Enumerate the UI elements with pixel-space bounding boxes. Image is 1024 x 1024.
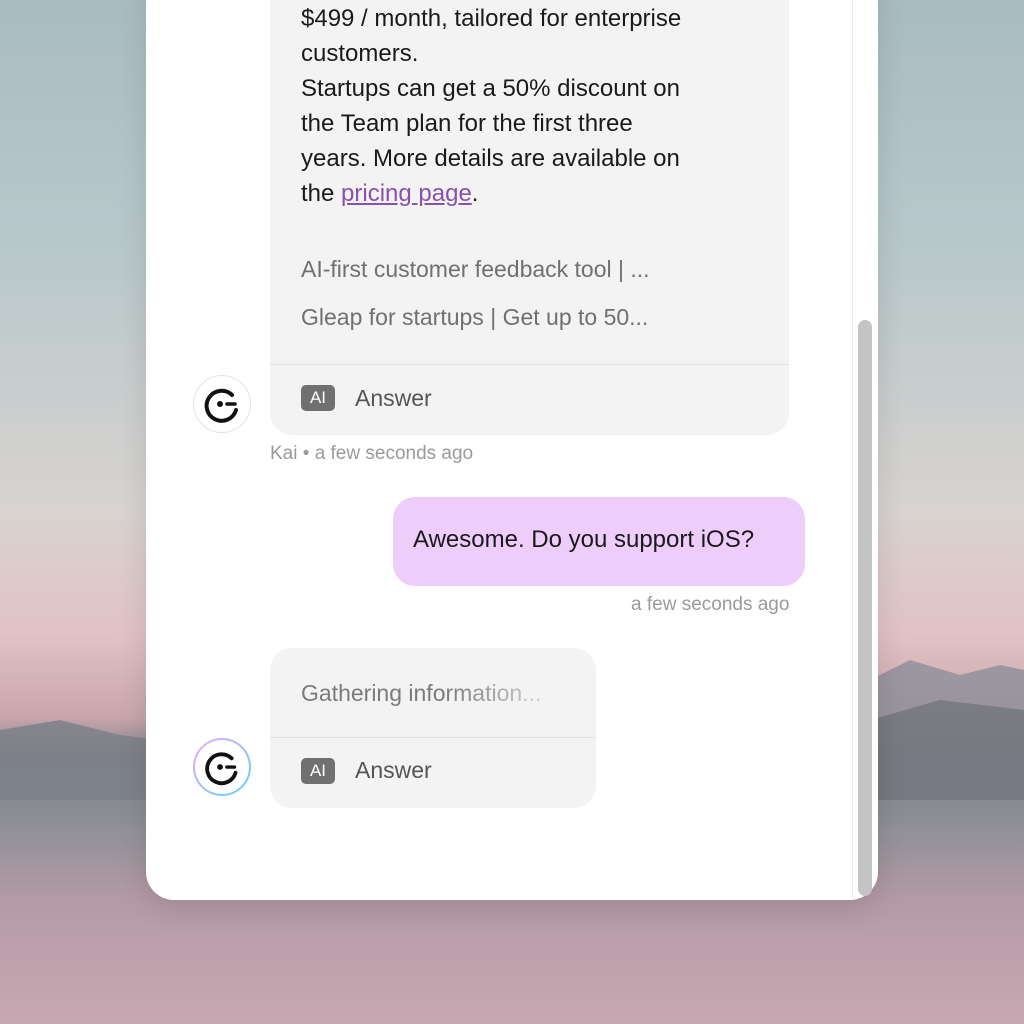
ai-badge: AI — [301, 758, 335, 784]
author-name: Kai — [270, 443, 298, 464]
source-link[interactable]: AI-first customer feedback tool | ... — [301, 256, 650, 283]
loading-text: Gathering information... — [301, 680, 542, 706]
source-link[interactable]: Gleap for startups | Get up to 50... — [301, 304, 648, 331]
meta-separator: • — [302, 443, 310, 464]
message-line: customers. — [301, 40, 419, 67]
message-line: the Team plan for the first three — [301, 110, 633, 137]
message-line: Startups can get a 50% discount on — [301, 75, 680, 102]
bubble-divider — [270, 364, 789, 365]
bot-avatar — [193, 375, 251, 433]
scrollbar-track — [852, 0, 853, 900]
pricing-page-link[interactable]: pricing page — [341, 180, 472, 207]
user-message-text: Awesome. Do you support iOS? — [413, 526, 755, 553]
message-time: a few seconds ago — [314, 443, 474, 464]
wink-face-icon — [204, 388, 238, 423]
answer-label: Answer — [355, 385, 432, 411]
scrollbar-thumb[interactable] — [858, 320, 872, 896]
bot-loading-bubble — [270, 648, 596, 808]
wink-face-icon — [205, 752, 238, 786]
bubble-divider — [270, 737, 596, 738]
ai-badge: AI — [301, 385, 335, 411]
bot-avatar-active — [193, 738, 251, 796]
message-line-last: the pricing page. — [301, 180, 479, 207]
message-meta: Kai • a few seconds ago — [270, 443, 473, 465]
message-line: $499 / month, tailored for enterprise — [301, 5, 682, 32]
answer-label: Answer — [355, 757, 432, 783]
message-line: years. More details are available on — [301, 145, 680, 172]
user-message-time: a few seconds ago — [631, 594, 790, 615]
bot-message-text: $499 / month, tailored for enterprise cu… — [301, 1, 761, 211]
